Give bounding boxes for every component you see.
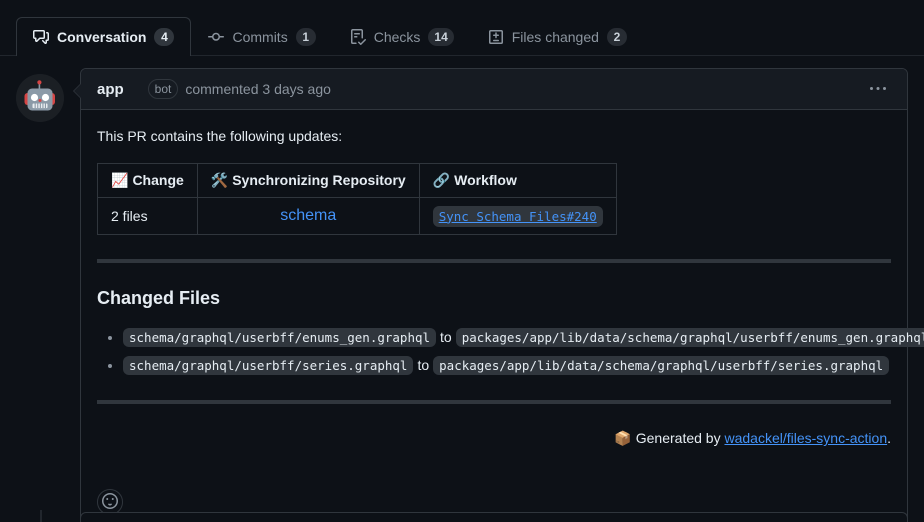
table-header-repository: 🛠️ Synchronizing Repository: [196, 163, 420, 198]
tab-checks[interactable]: Checks 14: [333, 17, 471, 56]
tab-files-changed[interactable]: Files changed 2: [471, 17, 644, 56]
comment-header: app bot commented 3 days ago: [81, 69, 907, 110]
tab-commits[interactable]: Commits 1: [191, 17, 332, 56]
next-timeline-box: [80, 512, 908, 522]
tab-counter: 4: [154, 28, 175, 46]
comment-discussion-icon: [33, 29, 49, 45]
timeline-comment-item: app bot commented 3 days ago This PR con…: [16, 68, 924, 522]
to-word: to: [440, 328, 452, 345]
file-path-from: schema/graphql/userbff/enums_gen.graphql: [123, 327, 437, 347]
tab-label: Files changed: [511, 29, 599, 45]
file-path-to: packages/app/lib/data/schema/graphql/use…: [433, 355, 890, 375]
header-label: Change: [132, 172, 184, 188]
git-commit-icon: [208, 29, 225, 45]
comment-body: This PR contains the following updates: …: [81, 110, 924, 481]
file-diff-icon: [488, 29, 504, 45]
changed-files-heading: Changed Files: [97, 288, 221, 308]
divider-top: [97, 259, 891, 263]
tab-label: Commits: [232, 29, 288, 45]
comment-timestamp: commented 3 days ago: [185, 81, 331, 97]
tab-counter: 1: [295, 28, 316, 46]
file-path-to: packages/app/lib/data/schema/graphql/use…: [455, 327, 924, 347]
timeline-connector: [40, 510, 42, 522]
table-header-workflow: 🔗 Workflow: [418, 163, 617, 198]
package-emoji: 📦: [614, 430, 632, 447]
to-word: to: [417, 356, 430, 373]
changed-files-list: schema/graphql/userbff/enums_gen.graphql…: [97, 326, 924, 377]
intro-text: This PR contains the following updates:: [97, 128, 343, 144]
kebab-horizontal-icon[interactable]: [865, 76, 891, 102]
table-header-change: 📈 Change: [97, 163, 198, 198]
workflow-code: Sync Schema Files#240: [432, 205, 603, 227]
generated-by-line: 📦 Generated by wadackel/files-sync-action…: [97, 428, 891, 449]
cell-change: 2 files: [97, 197, 198, 235]
generated-suffix: .: [887, 430, 891, 447]
file-path-from: schema/graphql/userbff/series.graphql: [123, 355, 414, 375]
workflow-link[interactable]: Sync Schema Files#240: [439, 209, 597, 224]
list-item: schema/graphql/userbff/series.graphqltop…: [123, 354, 891, 376]
smiley-icon: [102, 492, 118, 512]
checklist-icon: [350, 29, 366, 45]
tab-conversation[interactable]: Conversation 4: [16, 17, 192, 57]
files-sync-action-link[interactable]: wadackel/files-sync-action: [724, 430, 887, 446]
tab-counter: 2: [606, 28, 627, 46]
cell-workflow: Sync Schema Files#240: [418, 197, 617, 235]
updates-table: 📈 Change 🛠️ Synchronizing Repository 🔗 Work…: [97, 163, 617, 235]
header-label: Workflow: [454, 172, 517, 188]
tab-counter: 14: [428, 28, 454, 46]
pull-request-page: Conversation 4 Commits 1 Checks 14 Files…: [0, 0, 924, 522]
pr-tabnav: Conversation 4 Commits 1 Checks 14 Files…: [0, 0, 924, 57]
generated-prefix: Generated by: [635, 430, 725, 447]
chart-increasing-emoji: 📈: [111, 172, 129, 188]
robot-avatar[interactable]: [16, 74, 64, 122]
divider-bottom: [97, 400, 891, 405]
next-timeline-item: [16, 510, 908, 522]
pr-timeline: app bot commented 3 days ago This PR con…: [0, 56, 924, 522]
tab-label: Checks: [373, 29, 421, 45]
cell-repository: schema: [196, 197, 420, 235]
link-emoji: 🔗: [432, 172, 451, 188]
comment-author[interactable]: app: [97, 81, 124, 98]
table-row: 2 files schema Sync Schema Files#240: [97, 197, 617, 235]
tab-label: Conversation: [57, 29, 147, 45]
table-header-row: 📈 Change 🛠️ Synchronizing Repository 🔗 Work…: [97, 163, 617, 198]
header-label: Synchronizing Repository: [232, 172, 406, 188]
list-item: schema/graphql/userbff/enums_gen.graphql…: [123, 326, 924, 348]
repository-link[interactable]: schema: [280, 207, 336, 224]
bot-badge: bot: [147, 79, 179, 99]
timeline-comment: app bot commented 3 days ago This PR con…: [73, 68, 924, 522]
hammer-and-wrench-emoji: 🛠️: [210, 172, 229, 188]
